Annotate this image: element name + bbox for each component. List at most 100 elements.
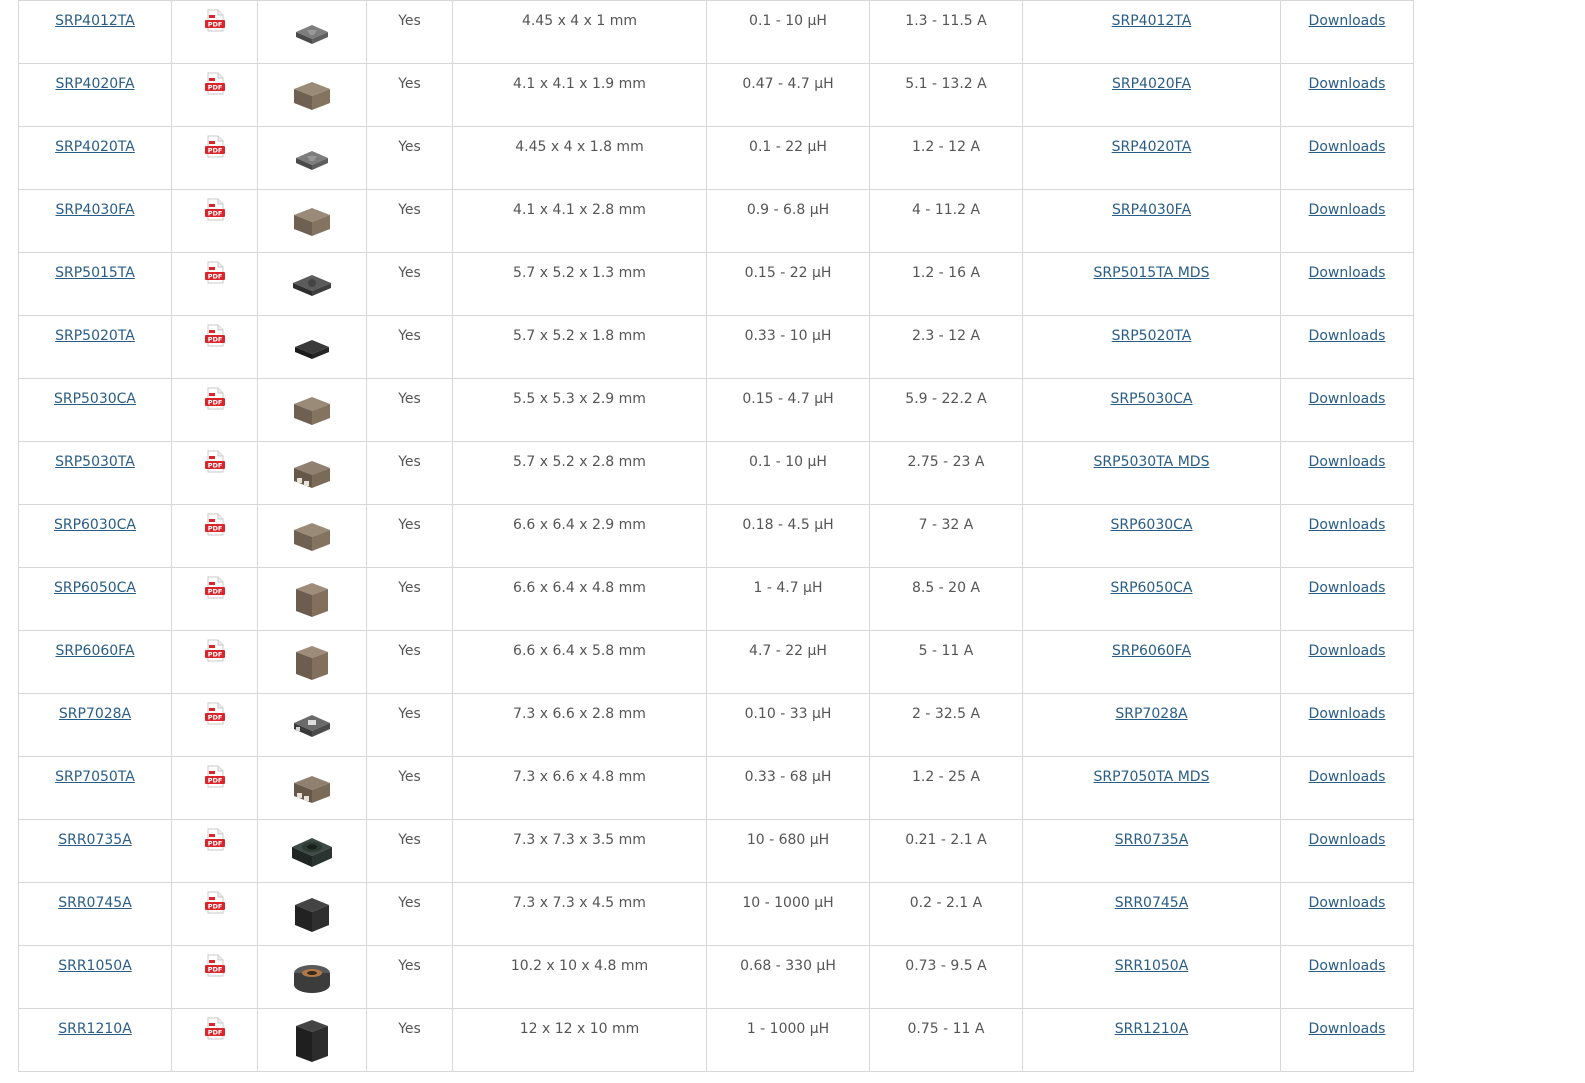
model-link[interactable]: SRP4030FA (1112, 202, 1191, 218)
downloads-link[interactable]: Downloads (1309, 76, 1386, 92)
model-link[interactable]: SRP4012TA (1112, 13, 1192, 29)
inductor-photo-brown-terminal[interactable] (288, 766, 336, 810)
part-number-link[interactable]: SRP4020TA (55, 139, 135, 155)
size-value: 6.6 x 6.4 x 5.8 mm (513, 643, 646, 659)
aec-cell: Yes (366, 441, 453, 505)
pdf-icon[interactable]: PDF (204, 387, 226, 411)
inductor-photo-dark-flat[interactable] (288, 262, 336, 306)
pdf-icon[interactable]: PDF (204, 1017, 226, 1041)
part-number-link[interactable]: SRP4030FA (55, 202, 134, 218)
inductor-photo-brown-cube[interactable] (288, 640, 336, 684)
aec-value: Yes (398, 895, 421, 911)
model-link[interactable]: SRP5015TA MDS (1094, 265, 1210, 281)
inductor-photo-grey-marked[interactable] (288, 703, 336, 747)
aec-value: Yes (398, 832, 421, 848)
downloads-link[interactable]: Downloads (1309, 1021, 1386, 1037)
inductor-photo-brown-block[interactable] (288, 514, 336, 558)
pdf-icon[interactable]: PDF (204, 891, 226, 915)
part-number-link[interactable]: SRP4012TA (55, 13, 135, 29)
downloads-link[interactable]: Downloads (1309, 769, 1386, 785)
downloads-link[interactable]: Downloads (1309, 706, 1386, 722)
model-link[interactable]: SRP5020TA (1112, 328, 1192, 344)
part-number-link[interactable]: SRP5020TA (55, 328, 135, 344)
downloads-link[interactable]: Downloads (1309, 328, 1386, 344)
model-link[interactable]: SRP7050TA MDS (1094, 769, 1210, 785)
pdf-icon[interactable]: PDF (204, 828, 226, 852)
inductor-photo-brown-block[interactable] (288, 388, 336, 432)
pdf-icon[interactable]: PDF (204, 765, 226, 789)
part-number-link[interactable]: SRP6060FA (55, 643, 134, 659)
downloads-link[interactable]: Downloads (1309, 832, 1386, 848)
downloads-link[interactable]: Downloads (1309, 580, 1386, 596)
model-link[interactable]: SRP6030CA (1110, 517, 1192, 533)
model-link[interactable]: SRP6060FA (1112, 643, 1191, 659)
current-value: 5.1 - 13.2 A (905, 76, 987, 92)
pdf-icon[interactable]: PDF (204, 513, 226, 537)
part-number-link[interactable]: SRP4020FA (55, 76, 134, 92)
model-link[interactable]: SRP7028A (1115, 706, 1187, 722)
downloads-link[interactable]: Downloads (1309, 643, 1386, 659)
pdf-icon[interactable]: PDF (204, 198, 226, 222)
model-link[interactable]: SRP5030CA (1110, 391, 1192, 407)
inductor-photo-black-tall[interactable] (288, 1018, 336, 1062)
inductor-photo-flat-grey[interactable] (288, 136, 336, 180)
model-cell: SRP4020TA (1022, 126, 1281, 190)
part-number-link[interactable]: SRR1210A (58, 1021, 132, 1037)
part-number-link[interactable]: SRP5030CA (54, 391, 136, 407)
downloads-cell: Downloads (1280, 378, 1414, 442)
inductor-photo-coil-green[interactable] (288, 829, 336, 873)
model-link[interactable]: SRP4020TA (1112, 139, 1192, 155)
inductor-photo-flat-grey[interactable] (288, 10, 336, 54)
downloads-link[interactable]: Downloads (1309, 454, 1386, 470)
part-number-cell: SRP4012TA (18, 0, 172, 64)
size-cell: 5.5 x 5.3 x 2.9 mm (452, 378, 707, 442)
downloads-link[interactable]: Downloads (1309, 958, 1386, 974)
pdf-icon[interactable]: PDF (204, 702, 226, 726)
pdf-icon[interactable]: PDF (204, 450, 226, 474)
model-link[interactable]: SRR1210A (1115, 1021, 1189, 1037)
downloads-link[interactable]: Downloads (1309, 265, 1386, 281)
datasheet-cell: PDF (171, 252, 258, 316)
downloads-link[interactable]: Downloads (1309, 391, 1386, 407)
svg-text:PDF: PDF (207, 21, 222, 29)
inductor-photo-black-flat[interactable] (288, 325, 336, 369)
inductor-photo-brown-block[interactable] (288, 199, 336, 243)
part-number-link[interactable]: SRP7050TA (55, 769, 135, 785)
inductor-photo-brown-terminal[interactable] (288, 451, 336, 495)
downloads-link[interactable]: Downloads (1309, 139, 1386, 155)
pdf-icon[interactable]: PDF (204, 261, 226, 285)
model-link[interactable]: SRR1050A (1115, 958, 1189, 974)
model-link[interactable]: SRP4020FA (1112, 76, 1191, 92)
part-number-link[interactable]: SRP5015TA (55, 265, 135, 281)
model-link[interactable]: SRP5030TA MDS (1094, 454, 1210, 470)
downloads-link[interactable]: Downloads (1309, 202, 1386, 218)
part-number-link[interactable]: SRR0745A (58, 895, 132, 911)
pdf-icon[interactable]: PDF (204, 576, 226, 600)
image-cell (257, 63, 367, 127)
aec-value: Yes (398, 643, 421, 659)
pdf-icon[interactable]: PDF (204, 9, 226, 33)
part-number-link[interactable]: SRP6030CA (54, 517, 136, 533)
pdf-icon[interactable]: PDF (204, 135, 226, 159)
pdf-icon[interactable]: PDF (204, 954, 226, 978)
downloads-link[interactable]: Downloads (1309, 895, 1386, 911)
inductor-photo-brown-block[interactable] (288, 73, 336, 117)
downloads-link[interactable]: Downloads (1309, 517, 1386, 533)
inductor-photo-coil-copper[interactable] (288, 955, 336, 999)
pdf-icon[interactable]: PDF (204, 324, 226, 348)
part-number-link[interactable]: SRR0735A (58, 832, 132, 848)
inductor-photo-brown-cube[interactable] (288, 577, 336, 621)
part-number-link[interactable]: SRP5030TA (55, 454, 135, 470)
downloads-link[interactable]: Downloads (1309, 13, 1386, 29)
inductor-photo-black-shield[interactable] (288, 892, 336, 936)
part-number-link[interactable]: SRR1050A (58, 958, 132, 974)
current-value: 8.5 - 20 A (911, 580, 981, 596)
model-link[interactable]: SRP6050CA (1110, 580, 1192, 596)
part-number-link[interactable]: SRP6050CA (54, 580, 136, 596)
pdf-icon[interactable]: PDF (204, 639, 226, 663)
model-link[interactable]: SRR0745A (1115, 895, 1189, 911)
table-row: SRP6030CA PDF Yes 6.6 x 6.4 x 2.9 mm 0.1… (18, 504, 1414, 568)
pdf-icon[interactable]: PDF (204, 72, 226, 96)
model-link[interactable]: SRR0735A (1115, 832, 1189, 848)
part-number-link[interactable]: SRP7028A (59, 706, 131, 722)
